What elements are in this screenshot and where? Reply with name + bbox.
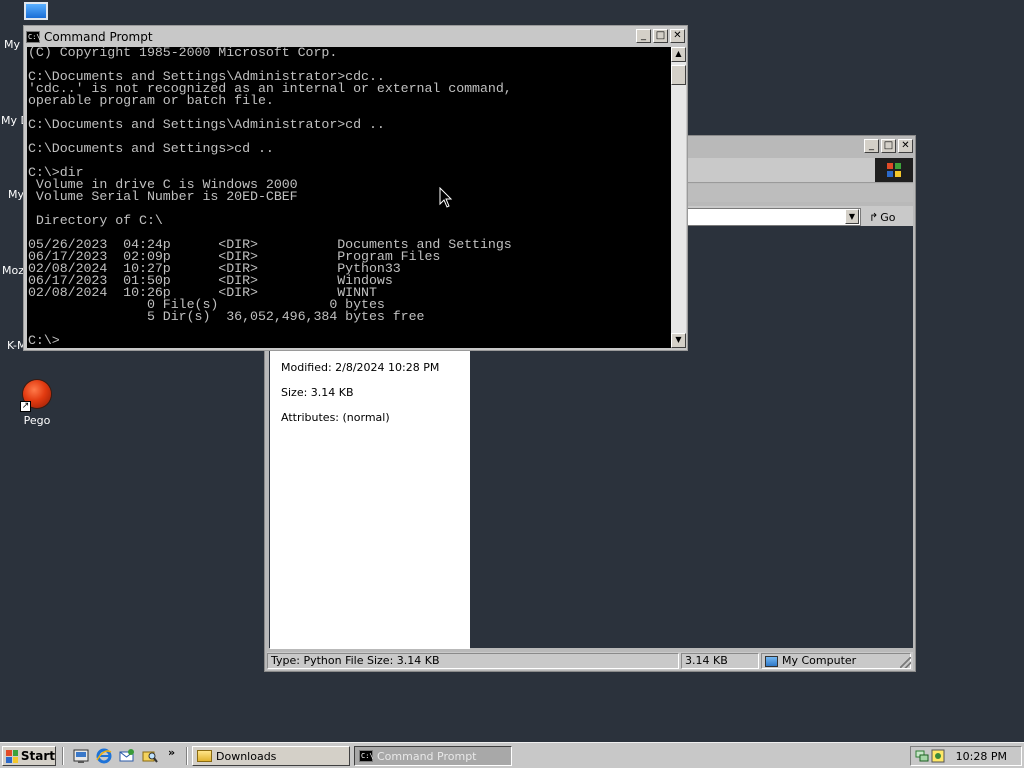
explorer-address-bar: ▼ ↱ Go: [665, 206, 913, 228]
my-computer-small-icon: [765, 655, 778, 667]
task-downloads[interactable]: Downloads: [192, 746, 350, 766]
start-label: Start: [20, 749, 55, 763]
taskbar: Start » Downloads C:\ Command Prompt 10:…: [0, 742, 1024, 768]
file-details-panel: Modified: 2/8/2024 10:28 PM Size: 3.14 K…: [270, 351, 470, 649]
explorer-title-buttons: _ □ ✕: [862, 139, 913, 153]
cmd-window-icon[interactable]: C:\: [26, 31, 41, 43]
my-computer-icon[interactable]: [24, 2, 48, 20]
address-input[interactable]: [665, 208, 861, 226]
explorer-statusbar: Type: Python File Size: 3.14 KB 3.14 KB …: [267, 652, 913, 670]
cmd-maximize-button[interactable]: □: [653, 29, 668, 43]
outlook-express-icon[interactable]: [119, 748, 135, 764]
file-size: Size: 3.14 KB: [281, 386, 354, 399]
go-label: Go: [880, 210, 896, 224]
mouse-pointer-icon: [439, 187, 453, 208]
cmd-title: Command Prompt: [44, 30, 153, 44]
system-tray: 10:28 PM: [910, 746, 1022, 766]
shortcut-arrow-icon: ↗: [20, 401, 31, 412]
console-output[interactable]: (C) Copyright 1985-2000 Microsoft Corp. …: [27, 47, 671, 348]
resize-grip[interactable]: [900, 657, 911, 668]
volume-tray-icon[interactable]: [931, 749, 945, 763]
go-button[interactable]: ↱ Go: [869, 209, 895, 225]
desktop-icon-label-pego[interactable]: Pego: [20, 414, 54, 427]
task-command-prompt[interactable]: C:\ Command Prompt: [354, 746, 512, 766]
cmd-window-icon: C:\: [359, 750, 374, 762]
search-explorer-icon[interactable]: [142, 748, 158, 764]
quicklaunch-separator: [62, 747, 64, 765]
quicklaunch-separator: [186, 747, 188, 765]
command-prompt-window: C:\ Command Prompt _ □ ✕ (C) Copyright 1…: [23, 25, 688, 351]
windows-throbber: [875, 158, 913, 182]
task-label: Downloads: [216, 749, 277, 763]
address-dropdown-button[interactable]: ▼: [845, 209, 859, 224]
taskbar-clock[interactable]: 10:28 PM: [956, 750, 1007, 763]
explorer-toolbar: [665, 184, 913, 202]
desktop-icon-label-my-network[interactable]: My: [8, 188, 24, 201]
cmd-titlebar[interactable]: C:\ Command Prompt: [26, 28, 685, 46]
status-type-size: Type: Python File Size: 3.14 KB: [267, 653, 679, 669]
desktop-icon-label-mozilla[interactable]: Moz: [2, 264, 24, 277]
start-button[interactable]: Start: [2, 746, 56, 766]
windows-logo-icon: [6, 749, 18, 763]
folder-icon: [197, 750, 212, 762]
pego-shortcut-icon[interactable]: ↗: [20, 378, 54, 412]
explorer-close-button[interactable]: ✕: [898, 139, 913, 153]
scroll-thumb[interactable]: [671, 65, 686, 85]
quicklaunch-more-chevron-icon[interactable]: »: [168, 746, 175, 759]
file-attributes: Attributes: (normal): [281, 411, 390, 424]
status-size: 3.14 KB: [681, 653, 759, 669]
go-arrow-icon: ↱: [869, 210, 879, 224]
explorer-maximize-button[interactable]: □: [881, 139, 896, 153]
desktop-icon-label-my-computer[interactable]: My: [4, 38, 20, 51]
cmd-close-button[interactable]: ✕: [670, 29, 685, 43]
cmd-minimize-button[interactable]: _: [636, 29, 651, 43]
scroll-up-button[interactable]: ▲: [671, 47, 686, 62]
status-zone-label: My Computer: [782, 654, 857, 667]
cmd-title-buttons: _ □ ✕: [634, 29, 685, 43]
internet-explorer-icon[interactable]: [96, 748, 112, 764]
network-tray-icon[interactable]: [915, 749, 929, 763]
scroll-down-button[interactable]: ▼: [671, 333, 686, 348]
console-text: (C) Copyright 1985-2000 Microsoft Corp. …: [28, 47, 512, 348]
console-vertical-scrollbar[interactable]: ▲ ▼: [671, 47, 686, 348]
status-zone: My Computer: [761, 653, 911, 669]
show-desktop-icon[interactable]: [73, 748, 89, 764]
task-label: Command Prompt: [377, 749, 477, 763]
explorer-minimize-button[interactable]: _: [864, 139, 879, 153]
windows-logo-icon: [887, 163, 901, 177]
file-modified: Modified: 2/8/2024 10:28 PM: [281, 361, 440, 374]
